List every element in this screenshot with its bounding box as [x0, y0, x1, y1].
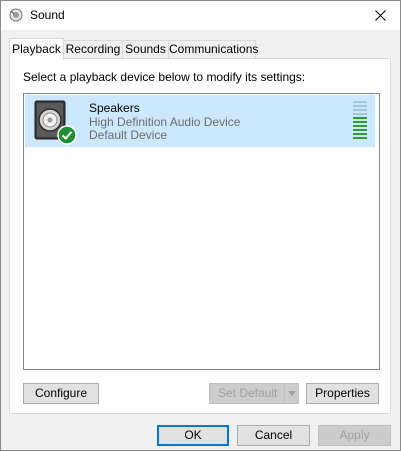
level-meter-segment [353, 125, 367, 127]
default-check-icon [57, 125, 77, 145]
level-meter-segment [353, 109, 367, 111]
volume-level-meter [353, 101, 367, 141]
sound-dialog: Sound Playback Recording Sounds Communic… [0, 0, 401, 451]
tab-recording[interactable]: Recording [63, 40, 123, 59]
level-meter-segment [353, 133, 367, 135]
close-button[interactable] [360, 1, 400, 30]
device-description: High Definition Audio Device [89, 115, 241, 129]
close-icon [374, 10, 386, 21]
tab-strip: Playback Recording Sounds Communications [9, 38, 389, 60]
ok-button[interactable]: OK [157, 425, 229, 446]
device-item-speakers[interactable]: Speakers High Definition Audio Device De… [25, 95, 375, 147]
apply-button: Apply [318, 425, 391, 446]
set-default-label: Set Default [218, 386, 278, 400]
properties-button[interactable]: Properties [306, 383, 379, 404]
tab-label: Recording [65, 42, 121, 56]
tab-communications[interactable]: Communications [168, 40, 259, 59]
device-name: Speakers [89, 101, 140, 115]
level-meter-segment [353, 113, 367, 115]
playback-panel: Select a playback device below to modify… [9, 58, 391, 414]
level-meter-segment [353, 117, 367, 119]
chevron-down-icon [287, 391, 296, 396]
cancel-button[interactable]: Cancel [237, 425, 310, 446]
device-status: Default Device [89, 128, 168, 142]
instruction-text: Select a playback device below to modify… [23, 70, 306, 84]
device-list[interactable]: Speakers High Definition Audio Device De… [23, 93, 380, 370]
tab-sounds[interactable]: Sounds [122, 40, 169, 59]
title-bar: Sound [1, 1, 400, 30]
level-meter-segment [353, 137, 367, 139]
tab-playback[interactable]: Playback [9, 38, 64, 60]
configure-button[interactable]: Configure [23, 383, 99, 404]
tab-label: Sounds [125, 42, 166, 56]
tab-label: Playback [12, 42, 61, 56]
set-default-button: Set Default [209, 383, 299, 404]
level-meter-segment [353, 121, 367, 123]
set-default-dropdown [284, 384, 298, 403]
level-meter-segment [353, 129, 367, 131]
level-meter-segment [353, 105, 367, 107]
tab-label: Communications [169, 42, 259, 56]
level-meter-segment [353, 101, 367, 103]
window-title: Sound [30, 8, 65, 22]
sound-app-icon [9, 8, 23, 22]
